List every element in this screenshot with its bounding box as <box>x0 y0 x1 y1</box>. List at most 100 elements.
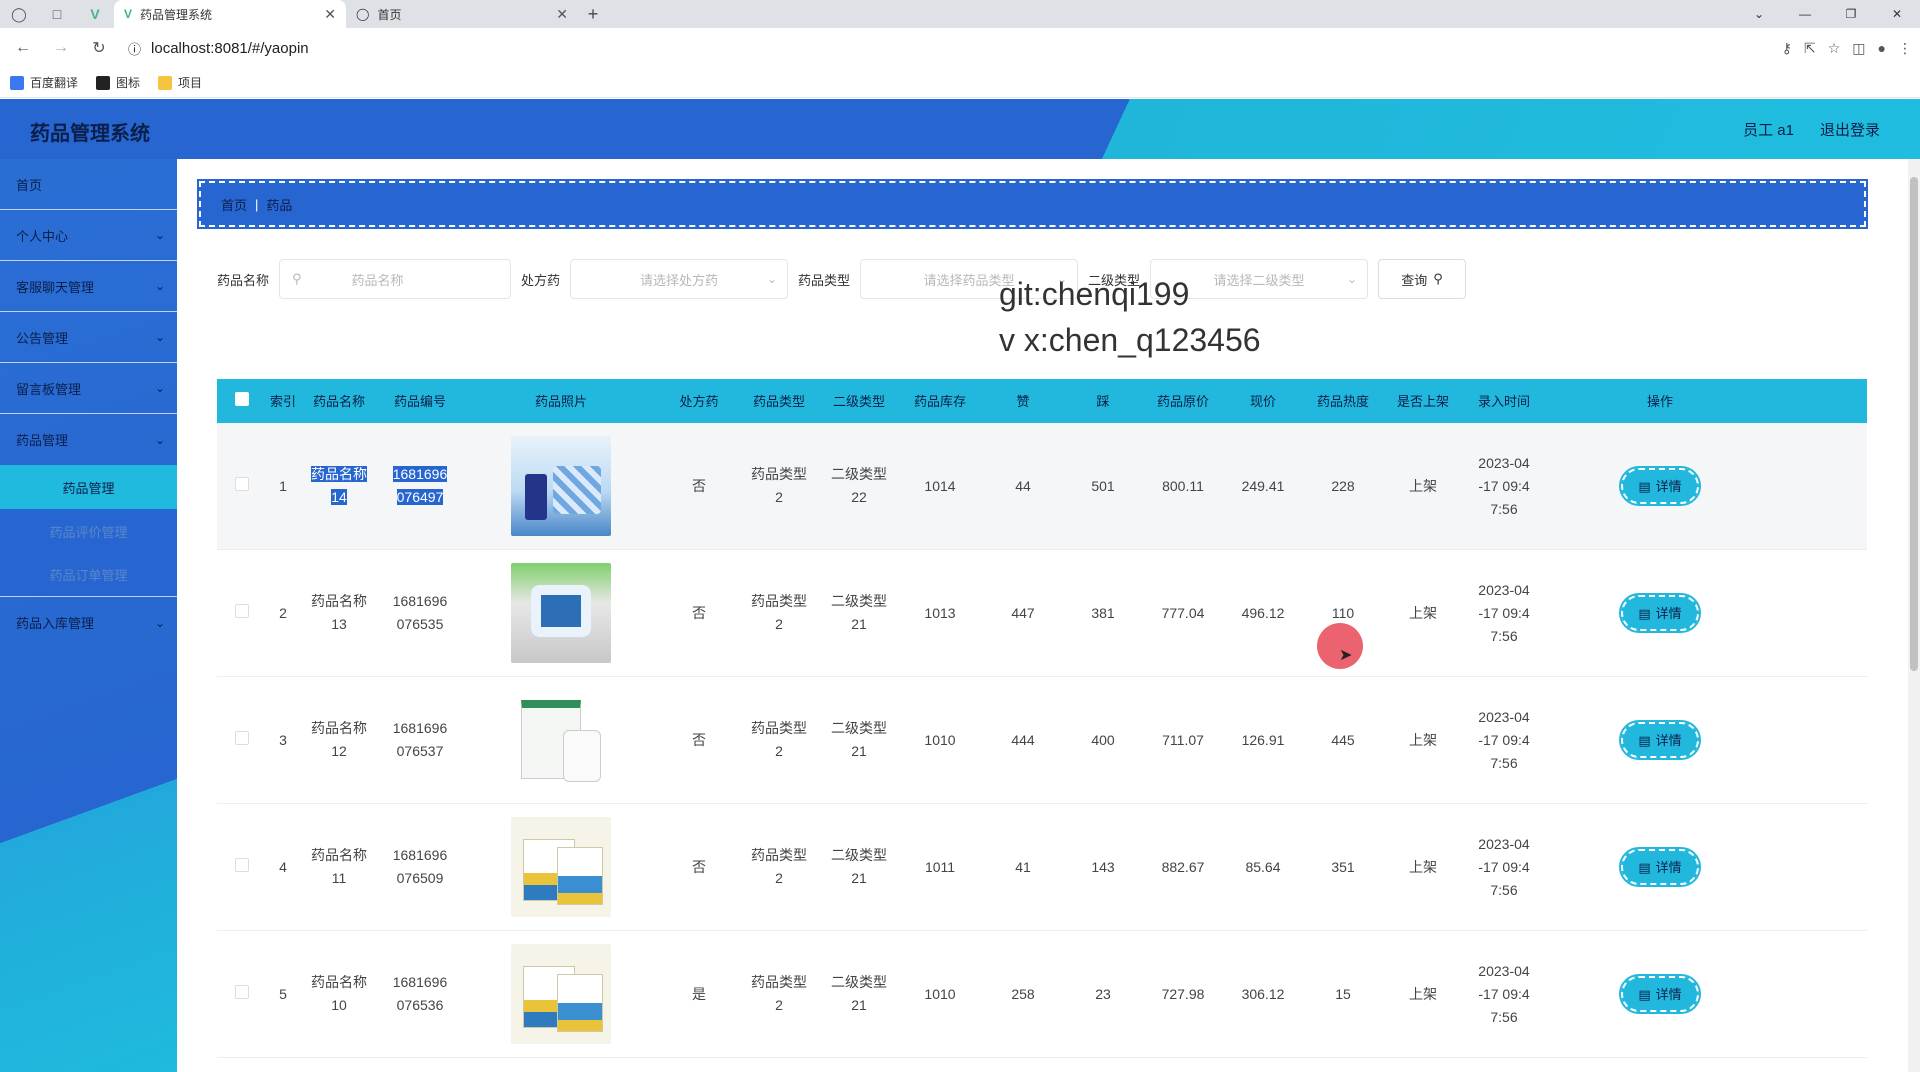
cell-down: 400 <box>1091 731 1115 748</box>
sidebar-item-drug[interactable]: 药品管理 ⌄ <box>0 414 177 465</box>
cell-text: 药品类型 <box>751 720 807 736</box>
detail-button[interactable]: ▤ 详情 <box>1619 847 1701 887</box>
watermark-line: git:chenqi199 <box>999 276 1190 312</box>
scrollbar-thumb[interactable] <box>1910 177 1918 671</box>
cell-index: 2 <box>279 604 287 621</box>
drug-photo[interactable] <box>511 563 611 663</box>
cell-type: 药品类型 2 <box>737 844 821 890</box>
sidebar-item-notice[interactable]: 公告管理 ⌄ <box>0 312 177 363</box>
share-icon[interactable]: ⇱ <box>1804 40 1816 57</box>
cell-stock: 1010 <box>924 731 956 748</box>
sidebar-item-profile[interactable]: 个人中心 ⌄ <box>0 210 177 261</box>
table-row[interactable]: 4 药品名称 11 1681696 076509 否 药品类型 2 二级类型 21 10… <box>217 804 1867 931</box>
detail-button[interactable]: ▤ 详情 <box>1619 974 1701 1014</box>
cell-text: 2 <box>775 997 783 1013</box>
rx-select[interactable]: 请选择处方药 ⌄ <box>570 259 789 299</box>
menu-icon[interactable]: ⋮ <box>1898 40 1912 57</box>
detail-button[interactable]: ▤ 详情 <box>1619 466 1701 506</box>
sidebar-item-guestbook[interactable]: 留言板管理 ⌄ <box>0 363 177 414</box>
sidepanel-icon[interactable]: ◫ <box>1852 40 1865 57</box>
chevron-down-icon[interactable]: ⌄ <box>1736 7 1782 21</box>
cell-text: 药品名称 <box>311 466 367 482</box>
vue-icon: V <box>124 7 133 21</box>
forward-icon[interactable]: → <box>46 33 76 63</box>
cell-up: 258 <box>1011 985 1035 1002</box>
restore-icon[interactable]: ❐ <box>1828 7 1874 21</box>
cell-actions: ▤ 详情 <box>1545 466 1775 506</box>
drug-photo[interactable] <box>511 436 611 536</box>
sidebar-subitem-order[interactable]: 药品订单管理 <box>0 553 177 597</box>
cell-type: 药品类型 2 <box>737 590 821 636</box>
minimize-icon[interactable]: — <box>1782 7 1828 21</box>
query-button[interactable]: 查询 ⚲ <box>1378 259 1467 299</box>
drug-photo[interactable] <box>511 944 611 1044</box>
cell-rx: 否 <box>692 731 706 748</box>
document-icon: ▤ <box>1638 605 1651 621</box>
cell-text: -17 09:4 <box>1478 731 1530 748</box>
row-checkbox[interactable] <box>235 984 249 999</box>
new-tab-icon[interactable]: + <box>578 0 608 28</box>
close-icon[interactable]: ✕ <box>556 6 568 23</box>
table-row[interactable]: 2 药品名称 13 1681696 076535 否 药品类型 2 二级类型 21 10… <box>217 550 1867 677</box>
table-body: 1 药品名称 14 1681696 076497 否 药品类型 2 二级类型 22 10… <box>217 423 1867 1058</box>
scrollbar[interactable] <box>1908 159 1920 1072</box>
document-icon: ▤ <box>1638 732 1651 748</box>
cell-text: 076536 <box>396 997 444 1013</box>
browser-tab[interactable]: ◯ 首页 ✕ <box>346 0 578 28</box>
table-row[interactable]: 5 药品名称 10 1681696 076536 是 药品类型 2 二级类型 21 10… <box>217 931 1867 1058</box>
detail-button[interactable]: ▤ 详情 <box>1619 593 1701 633</box>
user-name[interactable]: 员工 a1 <box>1743 119 1794 140</box>
bookmark-item[interactable]: 项目 <box>158 74 202 91</box>
sidebar-item-stockin[interactable]: 药品入库管理 ⌄ <box>0 597 177 648</box>
cell-text: 2023-04 <box>1478 454 1530 471</box>
close-icon[interactable]: ✕ <box>324 6 336 23</box>
cell-text: 21 <box>851 870 867 886</box>
cell-text: 二级类型 <box>831 974 887 990</box>
breadcrumb-home[interactable]: 首页 <box>221 195 247 214</box>
star-icon[interactable]: ☆ <box>1828 40 1841 57</box>
logout-link[interactable]: 退出登录 <box>1820 119 1880 140</box>
drug-name-input[interactable]: ⚲ 药品名称 <box>279 259 512 299</box>
sidebar-subitem-drug[interactable]: 药品管理 <box>0 465 177 509</box>
bookmarks-bar: 百度翻译 图标 项目 <box>0 68 1920 98</box>
globe-icon[interactable]: ◯ <box>0 0 38 28</box>
row-checkbox[interactable] <box>235 857 249 872</box>
cell-text: 药品名称 <box>311 974 367 990</box>
sidebar-item-home[interactable]: 首页 <box>0 159 177 210</box>
bookmark-item[interactable]: 图标 <box>96 74 140 91</box>
bookmark-item[interactable]: 百度翻译 <box>10 74 78 91</box>
row-checkbox[interactable] <box>235 476 249 491</box>
detail-label: 详情 <box>1655 986 1682 1002</box>
cell-text: 药品名称 <box>311 847 367 863</box>
cell-text: 2023-04 <box>1478 835 1530 852</box>
url-field[interactable]: ⓘ localhost:8081/#/yaopin <box>128 39 309 58</box>
table-row[interactable]: 1 药品名称 14 1681696 076497 否 药品类型 2 二级类型 22 10… <box>217 423 1867 550</box>
blank-tab-icon[interactable]: □ <box>38 0 76 28</box>
cell-text: 2 <box>775 870 783 886</box>
cell-original-price: 882.67 <box>1161 858 1205 875</box>
table-row[interactable]: 3 药品名称 12 1681696 076537 否 药品类型 2 二级类型 21 10… <box>217 677 1867 804</box>
profile-icon[interactable]: ● <box>1878 40 1886 56</box>
image-icon <box>96 75 111 90</box>
browser-tab-active[interactable]: V 药品管理系统 ✕ <box>114 0 346 28</box>
cell-actions: ▤ 详情 <box>1545 974 1775 1014</box>
cell-drug-code: 1681696 076537 <box>379 717 461 763</box>
drug-photo[interactable] <box>511 690 611 790</box>
sidebar-item-chat[interactable]: 客服聊天管理 ⌄ <box>0 261 177 312</box>
key-icon[interactable]: ⚷ <box>1782 40 1792 57</box>
select-all-checkbox[interactable] <box>235 391 249 406</box>
detail-button[interactable]: ▤ 详情 <box>1619 720 1701 760</box>
watermark-line: v x:chen_q123456 <box>999 322 1261 358</box>
row-checkbox[interactable] <box>235 603 249 618</box>
cell-time: 2023-04 -17 09:4 7:56 <box>1463 579 1545 648</box>
close-window-icon[interactable]: ✕ <box>1874 7 1920 21</box>
cell-drug-code: 1681696 076535 <box>379 590 461 636</box>
sidebar-subitem-review[interactable]: 药品评价管理 <box>0 509 177 553</box>
row-checkbox[interactable] <box>235 730 249 745</box>
reload-icon[interactable]: ↻ <box>84 33 114 63</box>
cell-text: 7:56 <box>1490 500 1518 517</box>
drug-photo[interactable] <box>511 817 611 917</box>
cell-text: 二级类型 <box>831 466 887 482</box>
vue-icon[interactable]: V <box>76 0 114 28</box>
back-icon[interactable]: ← <box>8 33 38 63</box>
